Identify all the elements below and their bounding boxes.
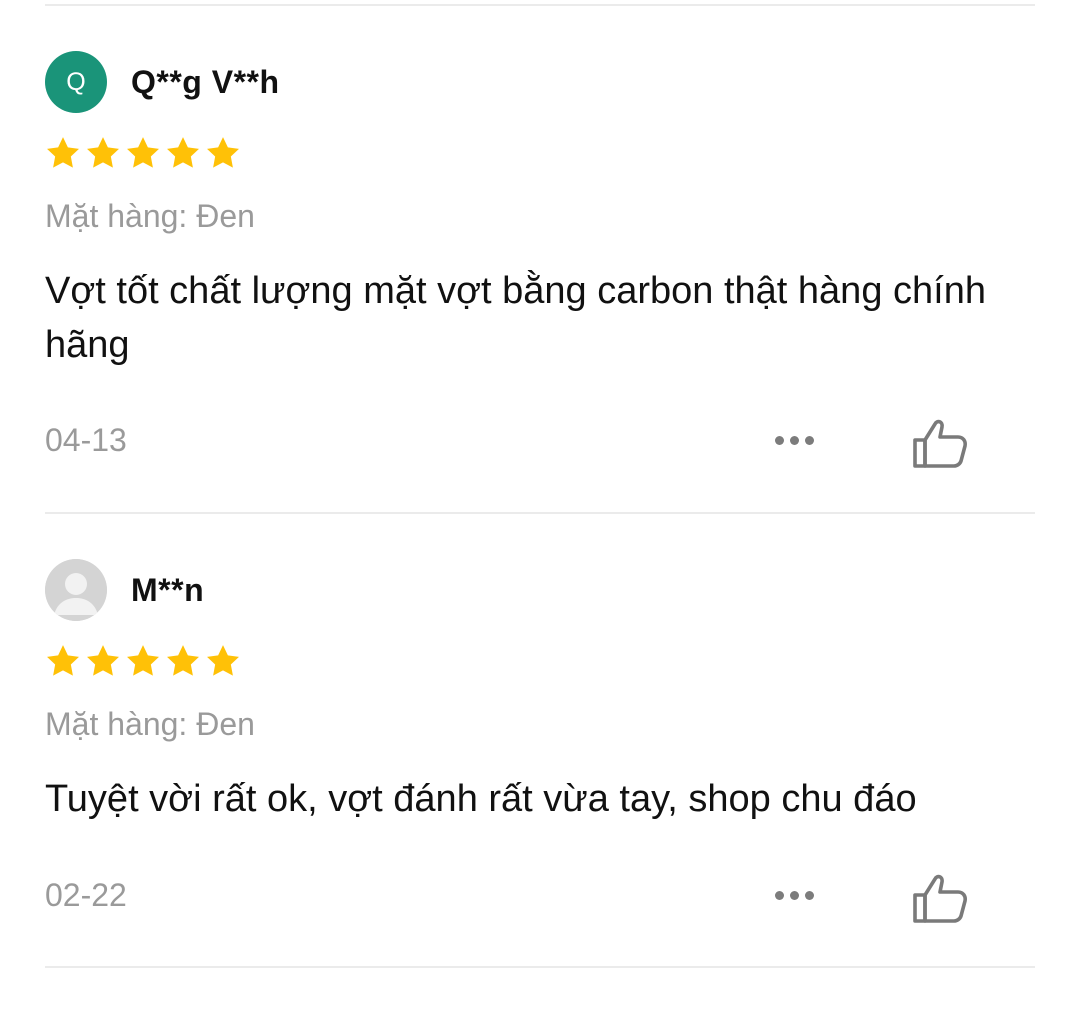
review-item: Q Q**g V**h Mặt hàng: Đen Vợt tốt chất l… [45,6,1035,514]
review-comment: Vợt tốt chất lượng mặt vợt bằng carbon t… [45,270,986,366]
thumbs-up-icon[interactable] [911,871,969,925]
review-header: Q Q**g V**h [45,51,280,113]
review-date: 02-22 [45,877,127,913]
thumbs-up-icon[interactable] [911,416,969,470]
divider [45,966,1035,968]
star-icon [125,136,161,170]
more-dots-icon[interactable] [767,885,821,905]
more-dots-icon[interactable] [767,430,821,450]
review-comment: Tuyệt vời rất ok, vợt đánh rất vừa tay, … [45,778,917,820]
star-rating [45,136,241,170]
star-icon [165,644,201,678]
product-variation: Mặt hàng: Đen [45,198,255,234]
reviewer-name: Q**g V**h [131,63,280,100]
product-variation: Mặt hàng: Đen [45,706,255,742]
review-footer: 02-22 [45,871,1035,923]
star-icon [165,136,201,170]
default-avatar-icon[interactable] [45,559,107,621]
star-icon [85,644,121,678]
avatar-initial: Q [66,67,86,96]
star-icon [205,644,241,678]
star-icon [85,136,121,170]
reviewer-name: M**n [131,571,205,608]
star-icon [205,136,241,170]
avatar[interactable]: Q [45,51,107,113]
star-rating [45,644,241,678]
review-header: M**n [45,559,204,621]
star-icon [125,644,161,678]
review-date: 04-13 [45,422,127,458]
star-icon [45,644,81,678]
review-footer: 04-13 [45,416,1035,468]
review-item: M**n Mặt hàng: Đen Tuyệt vời rất ok, vợt… [45,514,1035,1022]
star-icon [45,136,81,170]
